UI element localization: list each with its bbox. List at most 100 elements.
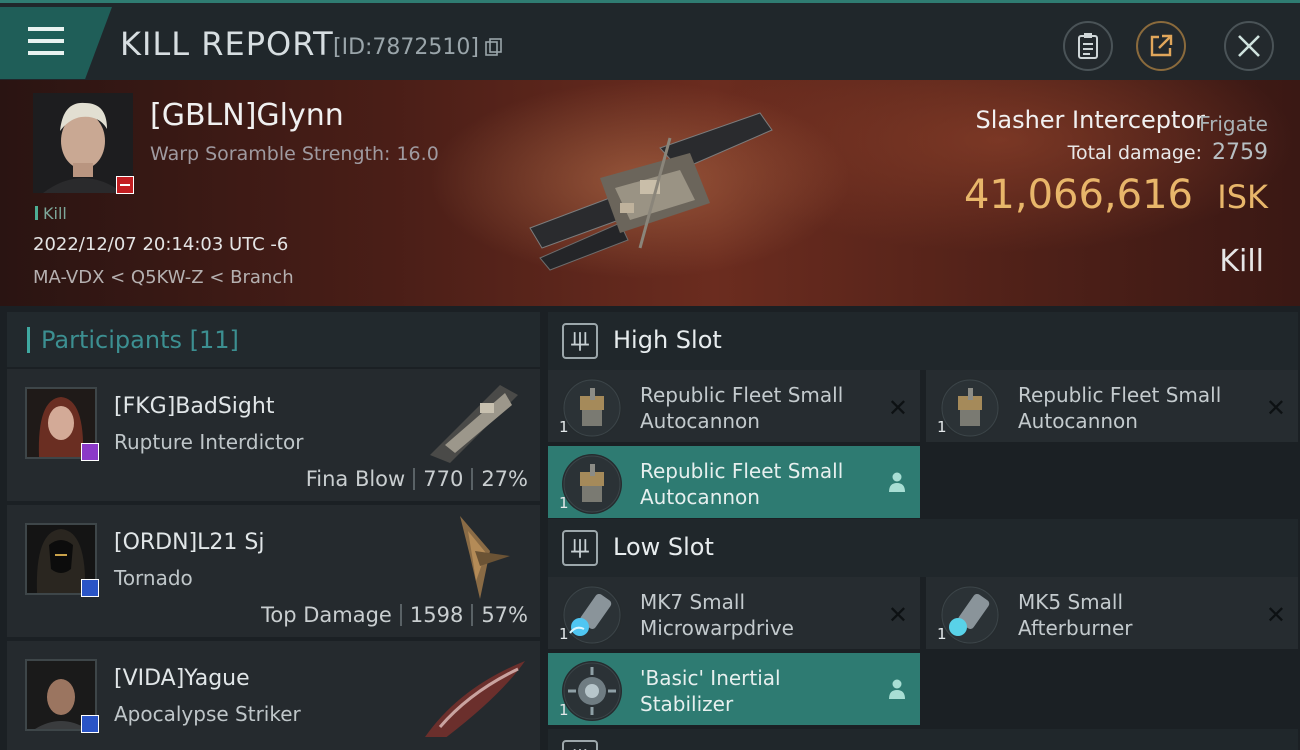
participants-accent	[27, 327, 30, 353]
close-button[interactable]	[1224, 21, 1274, 71]
module-name-line2: Stabilizer	[640, 692, 734, 716]
participant-row[interactable]: [FKG]BadSight Rupture Interdictor Fina B…	[7, 369, 540, 503]
destroyed-icon: ✕	[1265, 601, 1286, 629]
report-id: [ID:7872510]	[333, 35, 479, 60]
kill-location[interactable]: MA-VDX < Q5KW-Z < Branch	[33, 267, 294, 288]
module-name-line1: 'Basic' Inertial	[640, 666, 781, 690]
kill-tag: Kill	[35, 204, 67, 223]
participants-title: Participants [11]	[41, 326, 239, 354]
damage-value: 770	[423, 467, 464, 491]
page-title: KILL REPORT	[120, 25, 334, 63]
kill-datetime: 2022/12/07 20:14:03 UTC -6	[33, 234, 289, 255]
module-name-line2: Autocannon	[640, 409, 760, 433]
ship-image	[529, 112, 773, 271]
participants-label: Participants	[41, 326, 182, 354]
participant-row[interactable]: [ORDN]L21 Sj Tornado Top Damage 1598 57%	[7, 505, 540, 639]
afterburner-icon	[940, 585, 1000, 645]
top-damage-tag: Top Damage	[261, 603, 392, 627]
low-slot-icon	[562, 530, 598, 566]
module-name-line1: MK5 Small	[1018, 590, 1123, 614]
module-quantity: 1	[559, 418, 569, 436]
module-item[interactable]: 1 Republic Fleet Small Autocannon	[548, 446, 920, 518]
high-slot-icon	[562, 323, 598, 359]
clipboard-button[interactable]	[1063, 21, 1113, 71]
low-slot-label: Low Slot	[613, 533, 714, 561]
autocannon-icon	[562, 378, 622, 438]
module-item[interactable]: 1 Republic Fleet Small Autocannon ✕	[926, 370, 1298, 442]
module-name: Republic Fleet Small Autocannon	[1018, 382, 1221, 434]
module-name-line1: Republic Fleet Small	[1018, 383, 1222, 407]
clipboard-icon	[1078, 33, 1098, 59]
share-icon	[1150, 34, 1173, 57]
damage-percent: 27%	[481, 467, 528, 491]
module-item[interactable]: 1 MK7 Small Microwarpdrive ✕	[548, 577, 920, 649]
damage-value: 1598	[409, 603, 464, 627]
role-badge	[81, 443, 99, 461]
copy-icon[interactable]	[484, 37, 504, 57]
participant-row[interactable]: [VIDA]Yague Apocalypse Striker	[7, 641, 540, 750]
participant-ship-image	[425, 661, 525, 737]
mid-slot-header	[548, 729, 1298, 750]
role-badge	[81, 579, 99, 597]
dropped-person-icon	[889, 679, 905, 699]
participant-ship: Tornado	[114, 566, 193, 590]
module-name-line2: Afterburner	[1018, 616, 1133, 640]
participant-stats: Top Damage 1598 57%	[261, 603, 528, 627]
module-name: Republic Fleet Small Autocannon	[640, 382, 843, 434]
participant-ship-image	[430, 385, 518, 463]
destroyed-icon: ✕	[887, 601, 908, 629]
module-name: MK7 Small Microwarpdrive	[640, 589, 794, 641]
participant-ship: Rupture Interdictor	[114, 430, 304, 454]
module-name: Republic Fleet Small Autocannon	[640, 458, 843, 510]
module-quantity: 1	[559, 701, 569, 719]
share-button[interactable]	[1136, 21, 1186, 71]
victim-name[interactable]: [GBLN]Glynn	[150, 98, 344, 133]
high-slot-label: High Slot	[613, 326, 722, 354]
destroyed-icon: ✕	[887, 394, 908, 422]
menu-button[interactable]	[0, 7, 112, 79]
low-slot-header: Low Slot	[548, 519, 1298, 577]
status-badge	[116, 176, 134, 194]
module-quantity: 1	[937, 418, 947, 436]
module-name: MK5 Small Afterburner	[1018, 589, 1132, 641]
participants-header: Participants [11]	[7, 312, 540, 367]
isk-value: 41,066,616	[963, 172, 1193, 218]
dropped-person-icon	[889, 472, 905, 492]
module-name: 'Basic' Inertial Stabilizer	[640, 665, 781, 717]
module-quantity: 1	[559, 494, 569, 512]
report-kind: Kill	[1219, 244, 1264, 279]
isk-unit: ISK	[1217, 178, 1268, 216]
module-name-line1: MK7 Small	[640, 590, 745, 614]
participant-ship-image	[460, 516, 510, 599]
inertial-stabilizer-icon	[562, 661, 622, 721]
autocannon-icon	[562, 454, 622, 514]
participants-count: [11]	[189, 326, 239, 354]
scramble-strength: Warp Soramble Strength: 16.0	[150, 143, 439, 165]
module-item[interactable]: 1 'Basic' Inertial Stabilizer	[548, 653, 920, 725]
total-damage-label: Total damage:	[1067, 142, 1202, 164]
victim-ship-name[interactable]: Slasher Interceptor	[975, 106, 1205, 134]
damage-percent: 57%	[481, 603, 528, 627]
module-item[interactable]: 1 MK5 Small Afterburner ✕	[926, 577, 1298, 649]
role-badge	[81, 715, 99, 733]
module-name-line2: Autocannon	[1018, 409, 1138, 433]
close-icon	[1238, 35, 1260, 57]
participant-ship: Apocalypse Striker	[114, 702, 301, 726]
participant-name: [FKG]BadSight	[114, 394, 275, 419]
module-quantity: 1	[937, 625, 947, 643]
module-item[interactable]: 1 Republic Fleet Small Autocannon ✕	[548, 370, 920, 442]
module-name-line2: Microwarpdrive	[640, 616, 794, 640]
victim-ship-class: Frigate	[1199, 112, 1268, 136]
menu-icon	[28, 27, 64, 57]
participant-name: [VIDA]Yague	[114, 666, 250, 691]
destroyed-icon: ✕	[1265, 394, 1286, 422]
module-quantity: 1	[559, 625, 569, 643]
module-name-line1: Republic Fleet Small	[640, 459, 844, 483]
participant-stats: Fina Blow 770 27%	[306, 467, 528, 491]
participant-name: [ORDN]L21 Sj	[114, 530, 265, 555]
module-name-line2: Autocannon	[640, 485, 760, 509]
mid-slot-icon	[562, 740, 598, 750]
high-slot-header: High Slot	[548, 312, 1298, 370]
autocannon-icon	[940, 378, 1000, 438]
total-damage-value: 2759	[1212, 140, 1268, 165]
